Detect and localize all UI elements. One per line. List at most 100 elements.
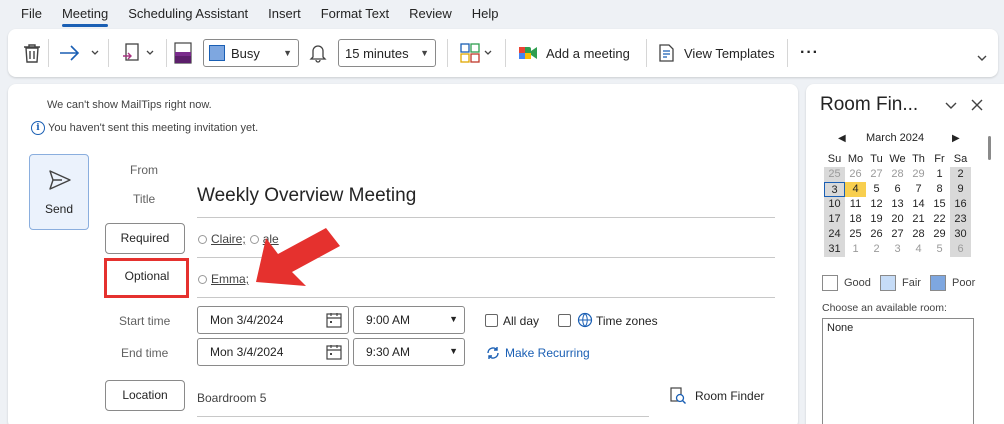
categorize-icon[interactable]	[459, 38, 481, 68]
calendar-day[interactable]: 2	[866, 242, 887, 257]
optional-button[interactable]: Optional	[108, 262, 186, 293]
info-icon: i	[31, 121, 45, 135]
calendar-day[interactable]: 13	[887, 197, 908, 212]
calendar-day[interactable]: 1	[929, 167, 950, 182]
title-underline	[197, 217, 775, 218]
room-list[interactable]: None	[822, 318, 974, 424]
prev-month-icon[interactable]: ◀	[838, 133, 846, 144]
separator	[787, 39, 788, 67]
room-finder-title: Room Fin...	[820, 94, 919, 115]
notes-chevron-down-icon[interactable]	[145, 38, 155, 68]
menu-file[interactable]: File	[11, 0, 52, 28]
send-button[interactable]: Send	[29, 154, 89, 230]
calendar-day[interactable]: 25	[824, 167, 845, 182]
calendar-day[interactable]: 28	[908, 227, 929, 242]
calendar-day[interactable]: 10	[824, 197, 845, 212]
calendar-day[interactable]: 6	[887, 182, 908, 197]
calendar-day[interactable]: 14	[908, 197, 929, 212]
calendar-day[interactable]: 20	[887, 212, 908, 227]
attendee-emma[interactable]: Emma;	[211, 272, 249, 286]
calendar-day[interactable]: 22	[929, 212, 950, 227]
time-zones-checkbox[interactable]	[558, 314, 571, 327]
all-day-checkbox[interactable]	[485, 314, 498, 327]
reminder-dropdown[interactable]: 15 minutes ▼	[338, 39, 436, 67]
show-as-color-icon[interactable]	[174, 38, 192, 68]
scrollbar-thumb[interactable]	[988, 136, 991, 160]
required-button[interactable]: Required	[105, 223, 185, 254]
make-recurring-link[interactable]: Make Recurring	[505, 346, 590, 360]
optional-attendees-field[interactable]: Emma;	[198, 272, 249, 286]
forward-chevron-down-icon[interactable]	[90, 38, 100, 68]
calendar-day[interactable]: 1	[845, 242, 866, 257]
calendar-day[interactable]: 23	[950, 212, 971, 227]
calendar-day[interactable]: 27	[866, 167, 887, 182]
presence-icon	[198, 274, 207, 284]
calendar-day[interactable]: 3	[887, 242, 908, 257]
menu-scheduling-assistant[interactable]: Scheduling Assistant	[118, 0, 258, 28]
show-as-dropdown[interactable]: Busy ▼	[203, 39, 299, 67]
collapse-chevron-icon[interactable]	[944, 100, 958, 115]
calendar-day[interactable]: 6	[950, 242, 971, 257]
calendar-day[interactable]: 29	[929, 227, 950, 242]
next-month-icon[interactable]: ▶	[952, 133, 960, 144]
start-date-picker[interactable]: Mon 3/4/2024	[197, 306, 349, 334]
meeting-notes-icon[interactable]	[121, 38, 143, 68]
close-icon[interactable]	[970, 98, 984, 115]
calendar-day[interactable]: 18	[845, 212, 866, 227]
calendar-day[interactable]: 12	[866, 197, 887, 212]
menu-meeting[interactable]: Meeting	[52, 0, 118, 28]
menu-insert[interactable]: Insert	[258, 0, 311, 28]
menu-review[interactable]: Review	[399, 0, 462, 28]
categorize-chevron-down-icon[interactable]	[483, 38, 493, 68]
weekday-header: Th	[912, 153, 925, 165]
ribbon-expand-chevron-icon[interactable]	[976, 43, 988, 73]
calendar-day[interactable]: 3	[824, 182, 845, 197]
calendar-day[interactable]: 11	[845, 197, 866, 212]
reminder-bell-icon	[309, 38, 327, 68]
end-date-picker[interactable]: Mon 3/4/2024	[197, 338, 349, 366]
calendar-day[interactable]: 29	[908, 167, 929, 182]
delete-icon[interactable]	[22, 38, 42, 68]
calendar-day[interactable]: 5	[929, 242, 950, 257]
calendar-icon	[326, 312, 342, 331]
calendar-day[interactable]: 21	[908, 212, 929, 227]
calendar-day[interactable]: 26	[845, 167, 866, 182]
calendar-day[interactable]: 4	[845, 182, 866, 197]
forward-icon[interactable]	[58, 38, 82, 68]
room-finder-button[interactable]: Room Finder	[695, 389, 764, 403]
calendar-day[interactable]: 4	[908, 242, 929, 257]
menu-help[interactable]: Help	[462, 0, 509, 28]
calendar-day[interactable]: 9	[950, 182, 971, 197]
calendar-day[interactable]: 28	[887, 167, 908, 182]
view-templates-button[interactable]: View Templates	[656, 38, 775, 68]
calendar-day[interactable]: 27	[887, 227, 908, 242]
location-field[interactable]: Boardroom 5	[197, 391, 266, 405]
calendar-day[interactable]: 5	[866, 182, 887, 197]
calendar-day[interactable]: 2	[950, 167, 971, 182]
weekday-header: Fr	[934, 153, 945, 165]
title-field[interactable]: Weekly Overview Meeting	[197, 185, 416, 207]
red-arrow-annotation	[256, 228, 340, 286]
calendar-day[interactable]: 7	[908, 182, 929, 197]
calendar-day[interactable]: 19	[866, 212, 887, 227]
end-time-label: End time	[121, 346, 169, 360]
location-button[interactable]: Location	[105, 380, 185, 411]
calendar-day[interactable]: 15	[929, 197, 950, 212]
start-time-dropdown[interactable]: 9:00 AM ▼	[353, 306, 465, 334]
menu-format-text[interactable]: Format Text	[311, 0, 399, 28]
more-options-button[interactable]: ···	[800, 38, 819, 68]
room-finder-icon	[669, 387, 687, 408]
calendar-day[interactable]: 16	[950, 197, 971, 212]
calendar-day[interactable]: 24	[824, 227, 845, 242]
attendee-claire[interactable]: Claire;	[211, 232, 246, 246]
end-time-dropdown[interactable]: 9:30 AM ▼	[353, 338, 465, 366]
calendar-day[interactable]: 30	[950, 227, 971, 242]
room-list-item[interactable]: None	[827, 322, 853, 334]
calendar-day[interactable]: 17	[824, 212, 845, 227]
calendar-day[interactable]: 31	[824, 242, 845, 257]
calendar-day[interactable]: 26	[866, 227, 887, 242]
calendar-day[interactable]: 8	[929, 182, 950, 197]
weekday-header: Tu	[870, 153, 883, 165]
calendar-day[interactable]: 25	[845, 227, 866, 242]
add-a-meeting-button[interactable]: Add a meeting	[518, 38, 630, 68]
